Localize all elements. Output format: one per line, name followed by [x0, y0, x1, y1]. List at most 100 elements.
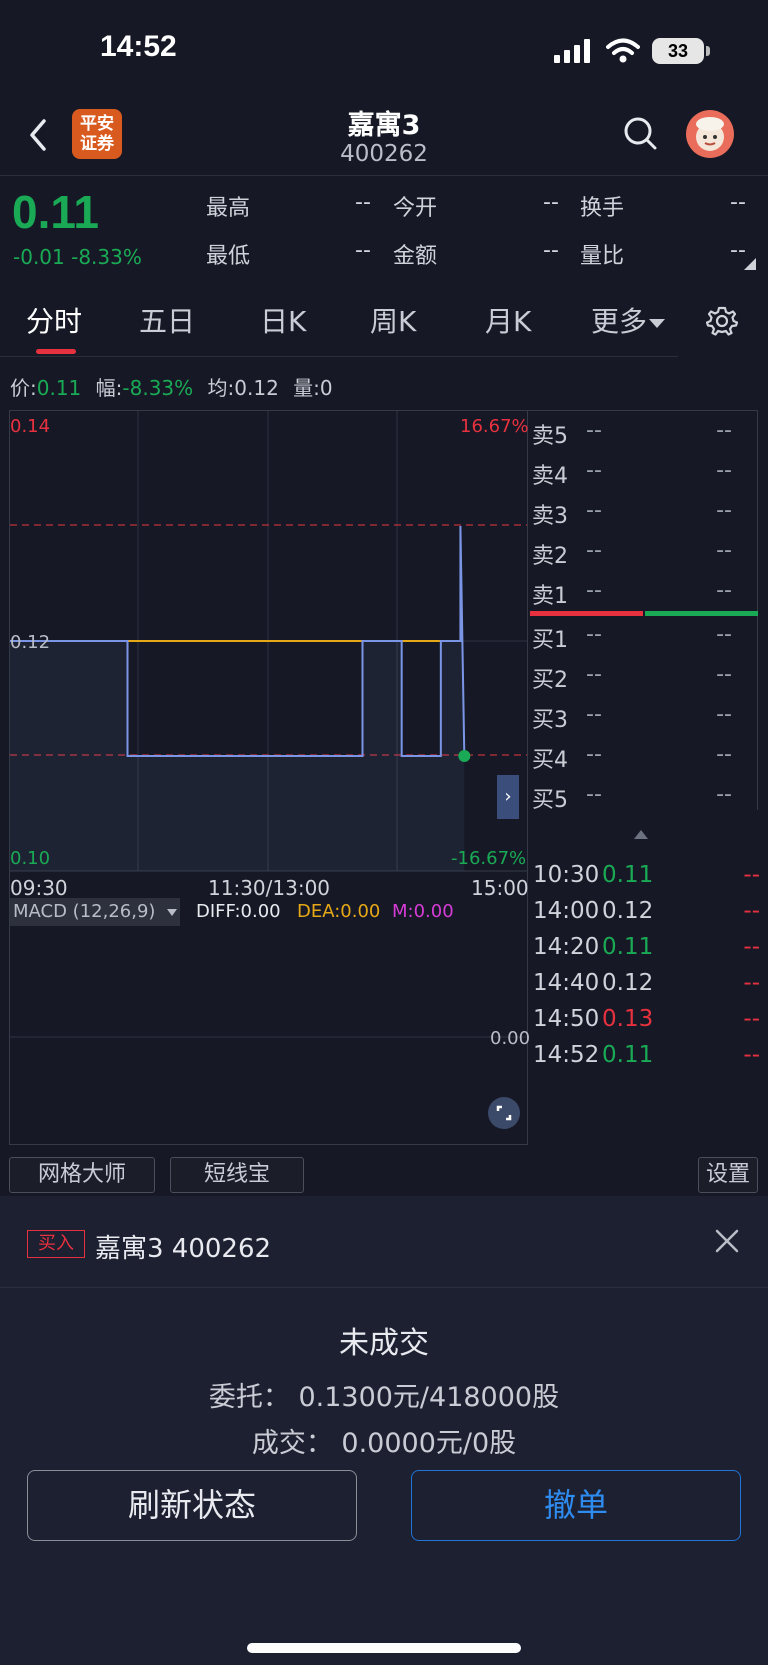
bid-vol: --: [716, 742, 732, 767]
settings-button[interactable]: 设置: [698, 1157, 758, 1193]
expand-quote-icon[interactable]: [744, 258, 756, 270]
status-time: 14:52: [100, 30, 177, 63]
bid-price: --: [586, 662, 602, 687]
info-range: -8.33%: [122, 376, 194, 400]
quote-label-open: 今开: [393, 196, 438, 221]
caret-down-icon: [167, 908, 178, 916]
bid-row-2: 买2 -- --: [532, 662, 768, 702]
caret-down-icon: [649, 318, 666, 328]
tick-vol: --: [743, 1006, 760, 1032]
buy-tag: 买入: [27, 1230, 85, 1258]
quote-value-high: --: [355, 190, 371, 215]
info-avg: 0.12: [234, 376, 279, 400]
avatar[interactable]: [686, 110, 734, 158]
bid-label: 买3: [532, 708, 568, 733]
tick-price: 0.13: [602, 1006, 654, 1032]
tab-five-day[interactable]: 五日: [139, 300, 195, 340]
tick-time: 14:40: [533, 970, 600, 996]
macd-selector[interactable]: MACD (12,26,9): [10, 898, 180, 926]
bid-label: 买1: [532, 628, 568, 653]
info-range-label: 幅:: [95, 376, 123, 400]
tick-vol: --: [743, 1042, 760, 1068]
tick-vol: --: [743, 970, 760, 996]
ask-vol: --: [716, 418, 732, 443]
caret-up-icon[interactable]: [634, 830, 648, 839]
bid-row-5: 买5 -- --: [532, 782, 768, 822]
ask-row-2: 卖2 -- --: [532, 538, 768, 578]
ask-price: --: [586, 538, 602, 563]
bid-label: 买5: [532, 788, 568, 813]
tick-price: 0.11: [602, 1042, 654, 1068]
chevron-right-icon[interactable]: ›: [497, 775, 519, 819]
short-line-button[interactable]: 短线宝: [170, 1157, 304, 1193]
info-avg-label: 均:: [207, 376, 235, 400]
tab-more-label: 更多: [591, 305, 648, 338]
sheet-divider: [0, 1287, 768, 1288]
bid-price: --: [586, 702, 602, 727]
bid-price: --: [586, 742, 602, 767]
tick-price: 0.12: [602, 898, 654, 924]
price-change: -0.01 -8.33%: [13, 245, 142, 269]
header: 平安 证券 嘉寓3 400262: [0, 95, 768, 175]
bid-vol: --: [716, 662, 732, 687]
bid-row-3: 买3 -- --: [532, 702, 768, 742]
quote-label-high: 最高: [206, 196, 251, 221]
ask-vol: --: [716, 578, 732, 603]
intraday-chart-svg: [10, 411, 527, 1038]
tick-price: 0.11: [602, 934, 654, 960]
chart-info-line: 价:0.11 幅:-8.33% 均:0.12 量:0: [10, 372, 333, 401]
refresh-status-button[interactable]: 刷新状态: [27, 1470, 357, 1541]
tick-time: 14:52: [533, 1042, 600, 1068]
macd-dea: DEA:0.00: [297, 901, 381, 922]
ask-price: --: [586, 458, 602, 483]
ask-divider-bar: [530, 611, 643, 616]
tick-price: 0.11: [602, 862, 654, 888]
tab-intraday[interactable]: 分时: [26, 300, 82, 340]
quote-label-turnover: 换手: [580, 196, 625, 221]
tick-vol: --: [743, 862, 760, 888]
ask-row-4: 卖4 -- --: [532, 458, 768, 498]
tick-row: 14:50 0.13 --: [532, 1006, 760, 1042]
macd-diff: DIFF:0.00: [196, 901, 281, 922]
y-axis-top-label: 0.14: [10, 416, 51, 437]
ask-row-5: 卖5 -- --: [532, 418, 768, 458]
ask-vol: --: [716, 538, 732, 563]
cancel-order-button[interactable]: 撤单: [411, 1470, 741, 1541]
close-icon[interactable]: [714, 1228, 740, 1254]
x-axis-mid-label: 11:30/13:00: [208, 876, 331, 900]
quote-label-amount: 金额: [393, 244, 438, 269]
price-area: [10, 526, 465, 871]
avatar-face-icon: [696, 117, 724, 151]
macd-zero-label: 0.00: [490, 1028, 531, 1049]
ask-price: --: [586, 418, 602, 443]
tab-monthly-k[interactable]: 月K: [485, 300, 531, 340]
fullscreen-icon[interactable]: [488, 1097, 520, 1129]
ask-label: 卖5: [532, 424, 568, 449]
ask-price: --: [586, 578, 602, 603]
order-status: 未成交: [339, 1326, 429, 1361]
ask-label: 卖1: [532, 584, 568, 609]
tick-price: 0.12: [602, 970, 654, 996]
ask-label: 卖2: [532, 544, 568, 569]
ask-vol: --: [716, 458, 732, 483]
tab-more[interactable]: 更多: [591, 300, 666, 340]
gear-icon[interactable]: [706, 305, 738, 337]
bid-row-4: 买4 -- --: [532, 742, 768, 782]
tick-time: 14:20: [533, 934, 600, 960]
ask-row-3: 卖3 -- --: [532, 498, 768, 538]
deal-line: 成交： 0.0000元/0股: [251, 1428, 517, 1459]
tick-vol: --: [743, 934, 760, 960]
quote-value-low: --: [355, 238, 371, 263]
battery-icon: 33: [652, 38, 710, 64]
entrust-line: 委托： 0.1300元/418000股: [208, 1382, 560, 1413]
ask-price: --: [586, 498, 602, 523]
search-icon[interactable]: [622, 115, 658, 151]
home-indicator[interactable]: [247, 1643, 521, 1653]
y-axis-mid-label: 0.12: [10, 632, 51, 653]
tab-weekly-k[interactable]: 周K: [370, 300, 416, 340]
bid-divider-bar: [645, 611, 758, 616]
bid-price: --: [586, 622, 602, 647]
last-price: 0.11: [12, 186, 99, 238]
tab-daily-k[interactable]: 日K: [260, 300, 306, 340]
grid-master-button[interactable]: 网格大师: [9, 1157, 155, 1193]
